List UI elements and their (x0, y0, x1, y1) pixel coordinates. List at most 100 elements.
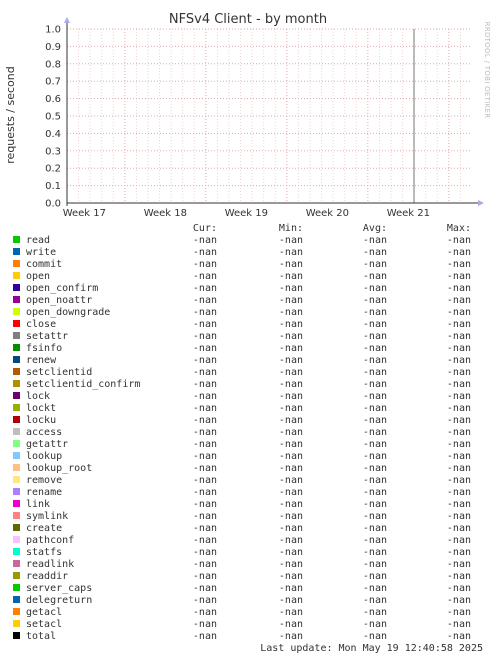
legend-min-value: -nan (279, 367, 303, 378)
legend-cur-value: -nan (193, 451, 217, 462)
legend-min-value: -nan (279, 595, 303, 606)
legend-series-name: delegreturn (26, 595, 92, 606)
legend-series-name: remove (26, 475, 62, 486)
legend-series-name: readdir (26, 571, 68, 582)
legend-max-value: -nan (447, 367, 471, 378)
legend-swatch (13, 248, 20, 255)
legend-max-value: -nan (447, 271, 471, 282)
legend-min-value: -nan (279, 487, 303, 498)
legend-series-name: renew (26, 355, 57, 366)
legend-series-name: pathconf (26, 535, 74, 546)
y-tick-label: 0.0 (45, 199, 61, 210)
legend-series-name: close (26, 319, 56, 330)
legend-cur-value: -nan (193, 271, 217, 282)
legend-series-name: lockt (26, 403, 56, 414)
legend-avg-value: -nan (363, 439, 387, 450)
legend-max-value: -nan (447, 475, 471, 486)
legend-series-name: lock (26, 391, 50, 402)
legend-min-value: -nan (279, 475, 303, 486)
y-tick-label: 0.9 (45, 42, 61, 53)
legend-swatch (13, 428, 20, 435)
legend-swatch (13, 392, 20, 399)
legend-cur-value: -nan (193, 331, 217, 342)
legend-cur-value: -nan (193, 463, 217, 474)
legend-swatch (13, 416, 20, 423)
legend-max-value: -nan (447, 511, 471, 522)
legend-swatch (13, 476, 20, 483)
legend-avg-value: -nan (363, 307, 387, 318)
grid (67, 28, 472, 203)
y-tick-label: 0.6 (45, 94, 61, 105)
legend-min-value: -nan (279, 559, 303, 570)
legend-cur-value: -nan (193, 403, 217, 414)
legend-max-value: -nan (447, 523, 471, 534)
legend-max-value: -nan (447, 427, 471, 438)
legend-min-value: -nan (279, 439, 303, 450)
x-tick-label: Week 18 (144, 208, 187, 219)
y-tick-label: 0.2 (45, 164, 61, 175)
legend-max-value: -nan (447, 391, 471, 402)
legend-cur-value: -nan (193, 259, 217, 270)
last-update: Last update: Mon May 19 12:40:58 2025 (260, 643, 483, 654)
legend-series-name: symlink (26, 511, 68, 522)
legend-avg-value: -nan (363, 295, 387, 306)
legend-series-name: access (26, 427, 62, 438)
legend-max-value: -nan (447, 379, 471, 390)
legend-min-value: -nan (279, 631, 303, 642)
legend-swatch (13, 284, 20, 291)
legend-avg-value: -nan (363, 247, 387, 258)
legend-cur-value: -nan (193, 631, 217, 642)
legend-max-value: -nan (447, 307, 471, 318)
legend-max-value: -nan (447, 247, 471, 258)
legend-series-name: readlink (26, 559, 74, 570)
legend-cur-value: -nan (193, 247, 217, 258)
chart-title: NFSv4 Client - by month (169, 12, 327, 27)
y-tick-label: 0.8 (45, 59, 61, 70)
legend-max-value: -nan (447, 259, 471, 270)
watermark: RRDTOOL / TOBI OETIKER (483, 22, 491, 119)
legend-series-name: fsinfo (26, 343, 62, 354)
legend: Cur: Min: Avg: Max: read -nan -nan -nan -nan… (13, 223, 471, 642)
legend-min-value: -nan (279, 295, 303, 306)
legend-min-value: -nan (279, 607, 303, 618)
legend-min-value: -nan (279, 511, 303, 522)
legend-avg-value: -nan (363, 535, 387, 546)
x-tick-label: Week 17 (63, 208, 106, 219)
legend-min-value: -nan (279, 355, 303, 366)
legend-swatch (13, 272, 20, 279)
legend-series-name: setclientid_confirm (26, 379, 140, 390)
legend-avg-value: -nan (363, 355, 387, 366)
legend-series-name: server_caps (26, 583, 92, 594)
legend-avg-value: -nan (363, 343, 387, 354)
legend-swatch (13, 380, 20, 387)
legend-max-value: -nan (447, 547, 471, 558)
legend-cur-value: -nan (193, 415, 217, 426)
legend-min-value: -nan (279, 247, 303, 258)
legend-cur-value: -nan (193, 499, 217, 510)
legend-cur-value: -nan (193, 619, 217, 630)
legend-min-value: -nan (279, 583, 303, 594)
legend-series-name: open_downgrade (26, 307, 110, 318)
legend-cur-value: -nan (193, 439, 217, 450)
legend-cur-value: -nan (193, 283, 217, 294)
legend-min-value: -nan (279, 547, 303, 558)
legend-header-cur: Cur: (193, 223, 217, 234)
legend-avg-value: -nan (363, 583, 387, 594)
legend-avg-value: -nan (363, 259, 387, 270)
legend-header-avg: Avg: (363, 223, 387, 234)
legend-series-name: getattr (26, 439, 68, 450)
legend-max-value: -nan (447, 499, 471, 510)
legend-min-value: -nan (279, 235, 303, 246)
legend-swatch (13, 440, 20, 447)
legend-avg-value: -nan (363, 415, 387, 426)
legend-avg-value: -nan (363, 391, 387, 402)
legend-min-value: -nan (279, 415, 303, 426)
legend-min-value: -nan (279, 463, 303, 474)
legend-series-name: setclientid (26, 367, 92, 378)
legend-max-value: -nan (447, 583, 471, 594)
legend-series-name: lookup_root (26, 463, 92, 474)
legend-avg-value: -nan (363, 235, 387, 246)
legend-max-value: -nan (447, 571, 471, 582)
legend-swatch (13, 500, 20, 507)
legend-avg-value: -nan (363, 595, 387, 606)
